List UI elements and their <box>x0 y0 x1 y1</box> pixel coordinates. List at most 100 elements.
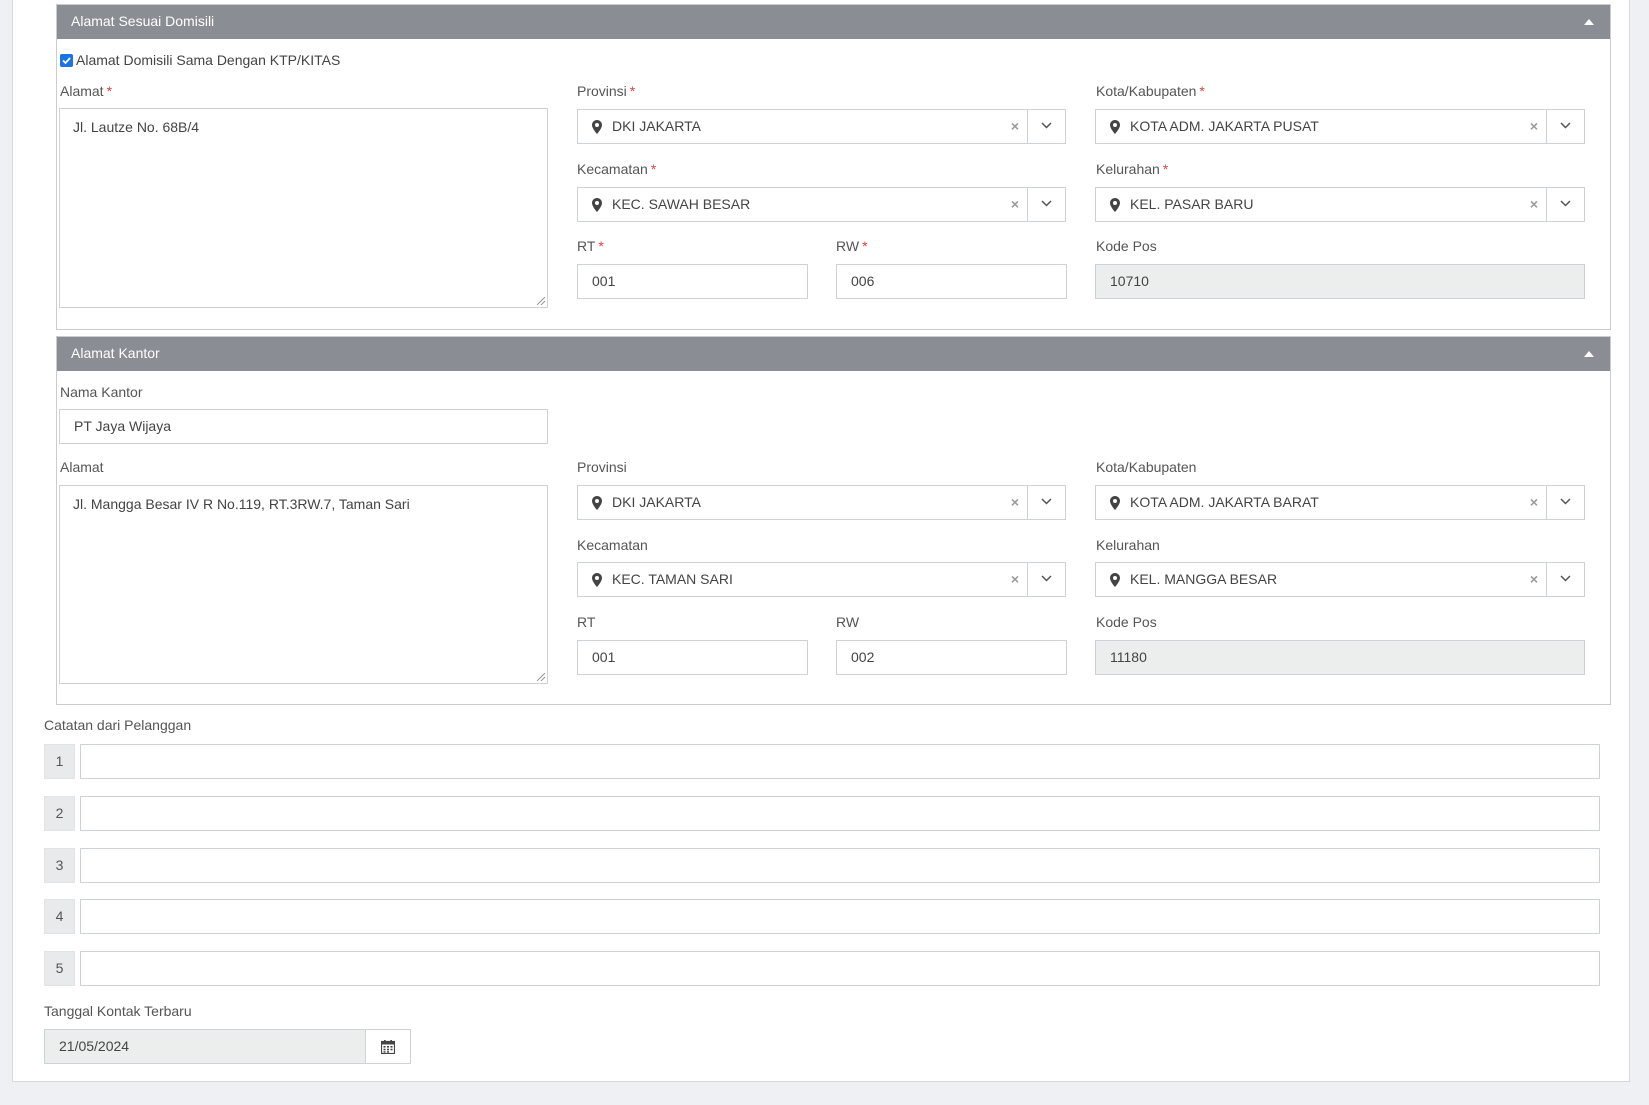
dropdown-toggle[interactable] <box>1546 110 1584 143</box>
catatan-row-number: 1 <box>44 744 75 779</box>
alamat-kantor-textarea[interactable]: Jl. Mangga Besar IV R No.119, RT.3RW.7, … <box>59 485 548 684</box>
kecamatan-domisili-value: KEC. SAWAH BESAR <box>612 196 751 212</box>
catatan-input-5[interactable] <box>80 951 1600 986</box>
map-marker-icon <box>592 496 602 510</box>
map-marker-icon <box>1110 198 1120 212</box>
same-as-ktp-checkbox[interactable] <box>60 54 73 67</box>
catatan-input-1[interactable] <box>80 744 1600 779</box>
kelurahan-kantor-value: KEL. MANGGA BESAR <box>1130 571 1278 587</box>
dropdown-toggle[interactable] <box>1546 188 1584 221</box>
times-icon[interactable]: × <box>1530 110 1538 143</box>
rw-domisili-input[interactable]: 006 <box>836 264 1067 299</box>
kecamatan-domisili-select[interactable]: KEC. SAWAH BESAR × <box>577 187 1066 222</box>
kecamatan-kantor-select[interactable]: KEC. TAMAN SARI × <box>577 562 1066 597</box>
alamat-domisili-textarea[interactable]: Jl. Lautze No. 68B/4 <box>59 108 548 308</box>
tanggal-kontak-label: Tanggal Kontak Terbaru <box>44 1003 192 1019</box>
alamat-domisili-label: Alamat * <box>60 83 113 99</box>
kota-domisili-select[interactable]: KOTA ADM. JAKARTA PUSAT × <box>1095 109 1585 144</box>
checkmark-icon <box>62 57 71 65</box>
dropdown-toggle[interactable] <box>1027 486 1065 519</box>
chevron-down-icon <box>1560 200 1571 207</box>
kecamatan-kantor-value: KEC. TAMAN SARI <box>612 571 733 587</box>
panel-kantor-header[interactable]: Alamat Kantor <box>57 337 1610 371</box>
catatan-input-2[interactable] <box>80 796 1600 831</box>
chevron-down-icon <box>1560 575 1571 582</box>
catatan-input-3[interactable] <box>80 848 1600 883</box>
calendar-button[interactable] <box>365 1029 411 1064</box>
nama-kantor-label: Nama Kantor <box>60 384 143 400</box>
chevron-down-icon <box>1041 498 1052 505</box>
kodepos-domisili-label: Kode Pos <box>1096 238 1157 254</box>
kelurahan-kantor-select[interactable]: KEL. MANGGA BESAR × <box>1095 562 1585 597</box>
map-marker-icon <box>592 573 602 587</box>
provinsi-kantor-value: DKI JAKARTA <box>612 494 701 510</box>
rt-domisili-input[interactable]: 001 <box>577 264 808 299</box>
catatan-label: Catatan dari Pelanggan <box>44 717 192 733</box>
dropdown-toggle[interactable] <box>1546 486 1584 519</box>
times-icon[interactable]: × <box>1011 486 1019 519</box>
kota-kantor-value: KOTA ADM. JAKARTA BARAT <box>1130 494 1319 510</box>
chevron-down-icon <box>1041 575 1052 582</box>
kelurahan-domisili-label: Kelurahan * <box>1096 161 1169 177</box>
kota-domisili-value: KOTA ADM. JAKARTA PUSAT <box>1130 118 1319 134</box>
rw-kantor-label: RW <box>836 614 860 630</box>
caret-up-icon[interactable] <box>1584 351 1594 357</box>
catatan-row-number: 4 <box>44 899 75 934</box>
nama-kantor-input[interactable]: PT Jaya Wijaya <box>59 409 548 444</box>
kota-kantor-select[interactable]: KOTA ADM. JAKARTA BARAT × <box>1095 485 1585 520</box>
resize-handle-icon[interactable] <box>537 297 545 305</box>
rt-kantor-label: RT <box>577 614 596 630</box>
rt-domisili-label: RT * <box>577 238 604 254</box>
chevron-down-icon <box>1560 498 1571 505</box>
map-marker-icon <box>1110 120 1120 134</box>
kecamatan-domisili-label: Kecamatan * <box>577 161 657 177</box>
kelurahan-domisili-value: KEL. PASAR BARU <box>1130 196 1254 212</box>
dropdown-toggle[interactable] <box>1027 563 1065 596</box>
times-icon[interactable]: × <box>1530 486 1538 519</box>
same-as-ktp-label: Alamat Domisili Sama Dengan KTP/KITAS <box>76 52 341 68</box>
kelurahan-kantor-label: Kelurahan <box>1096 537 1160 553</box>
calendar-icon <box>381 1040 395 1054</box>
rw-kantor-input[interactable]: 002 <box>836 640 1067 675</box>
chevron-down-icon <box>1560 122 1571 129</box>
rt-kantor-input[interactable]: 001 <box>577 640 808 675</box>
provinsi-domisili-value: DKI JAKARTA <box>612 118 701 134</box>
times-icon[interactable]: × <box>1011 188 1019 221</box>
alamat-domisili-value: Jl. Lautze No. 68B/4 <box>73 119 200 135</box>
provinsi-kantor-select[interactable]: DKI JAKARTA × <box>577 485 1066 520</box>
times-icon[interactable]: × <box>1011 110 1019 143</box>
caret-up-icon[interactable] <box>1584 19 1594 25</box>
alamat-kantor-value: Jl. Mangga Besar IV R No.119, RT.3RW.7, … <box>73 496 410 512</box>
kota-kantor-label: Kota/Kabupaten <box>1096 459 1197 475</box>
resize-handle-icon[interactable] <box>537 673 545 681</box>
map-marker-icon <box>592 198 602 212</box>
provinsi-domisili-select[interactable]: DKI JAKARTA × <box>577 109 1066 144</box>
times-icon[interactable]: × <box>1011 563 1019 596</box>
catatan-row-number: 2 <box>44 796 75 831</box>
kodepos-kantor-label: Kode Pos <box>1096 614 1157 630</box>
dropdown-toggle[interactable] <box>1027 188 1065 221</box>
dropdown-toggle[interactable] <box>1546 563 1584 596</box>
catatan-row-number: 5 <box>44 951 75 986</box>
rw-domisili-label: RW * <box>836 238 868 254</box>
kodepos-domisili-input: 10710 <box>1095 264 1585 299</box>
tanggal-kontak-input[interactable]: 21/05/2024 <box>44 1029 366 1064</box>
panel-domisili-title: Alamat Sesuai Domisili <box>71 13 215 29</box>
catatan-row-number: 3 <box>44 848 75 883</box>
catatan-input-4[interactable] <box>80 899 1600 934</box>
times-icon[interactable]: × <box>1530 188 1538 221</box>
form-page: Alamat Sesuai Domisili Alamat Domisili S… <box>12 0 1630 1082</box>
kelurahan-domisili-select[interactable]: KEL. PASAR BARU × <box>1095 187 1585 222</box>
map-marker-icon <box>592 120 602 134</box>
kecamatan-kantor-label: Kecamatan <box>577 537 648 553</box>
kota-domisili-label: Kota/Kabupaten * <box>1096 83 1205 99</box>
chevron-down-icon <box>1041 122 1052 129</box>
kodepos-kantor-input: 11180 <box>1095 640 1585 675</box>
map-marker-icon <box>1110 496 1120 510</box>
chevron-down-icon <box>1041 200 1052 207</box>
provinsi-domisili-label: Provinsi * <box>577 83 636 99</box>
panel-domisili-header[interactable]: Alamat Sesuai Domisili <box>57 5 1610 39</box>
dropdown-toggle[interactable] <box>1027 110 1065 143</box>
panel-kantor-title: Alamat Kantor <box>71 345 160 361</box>
times-icon[interactable]: × <box>1530 563 1538 596</box>
